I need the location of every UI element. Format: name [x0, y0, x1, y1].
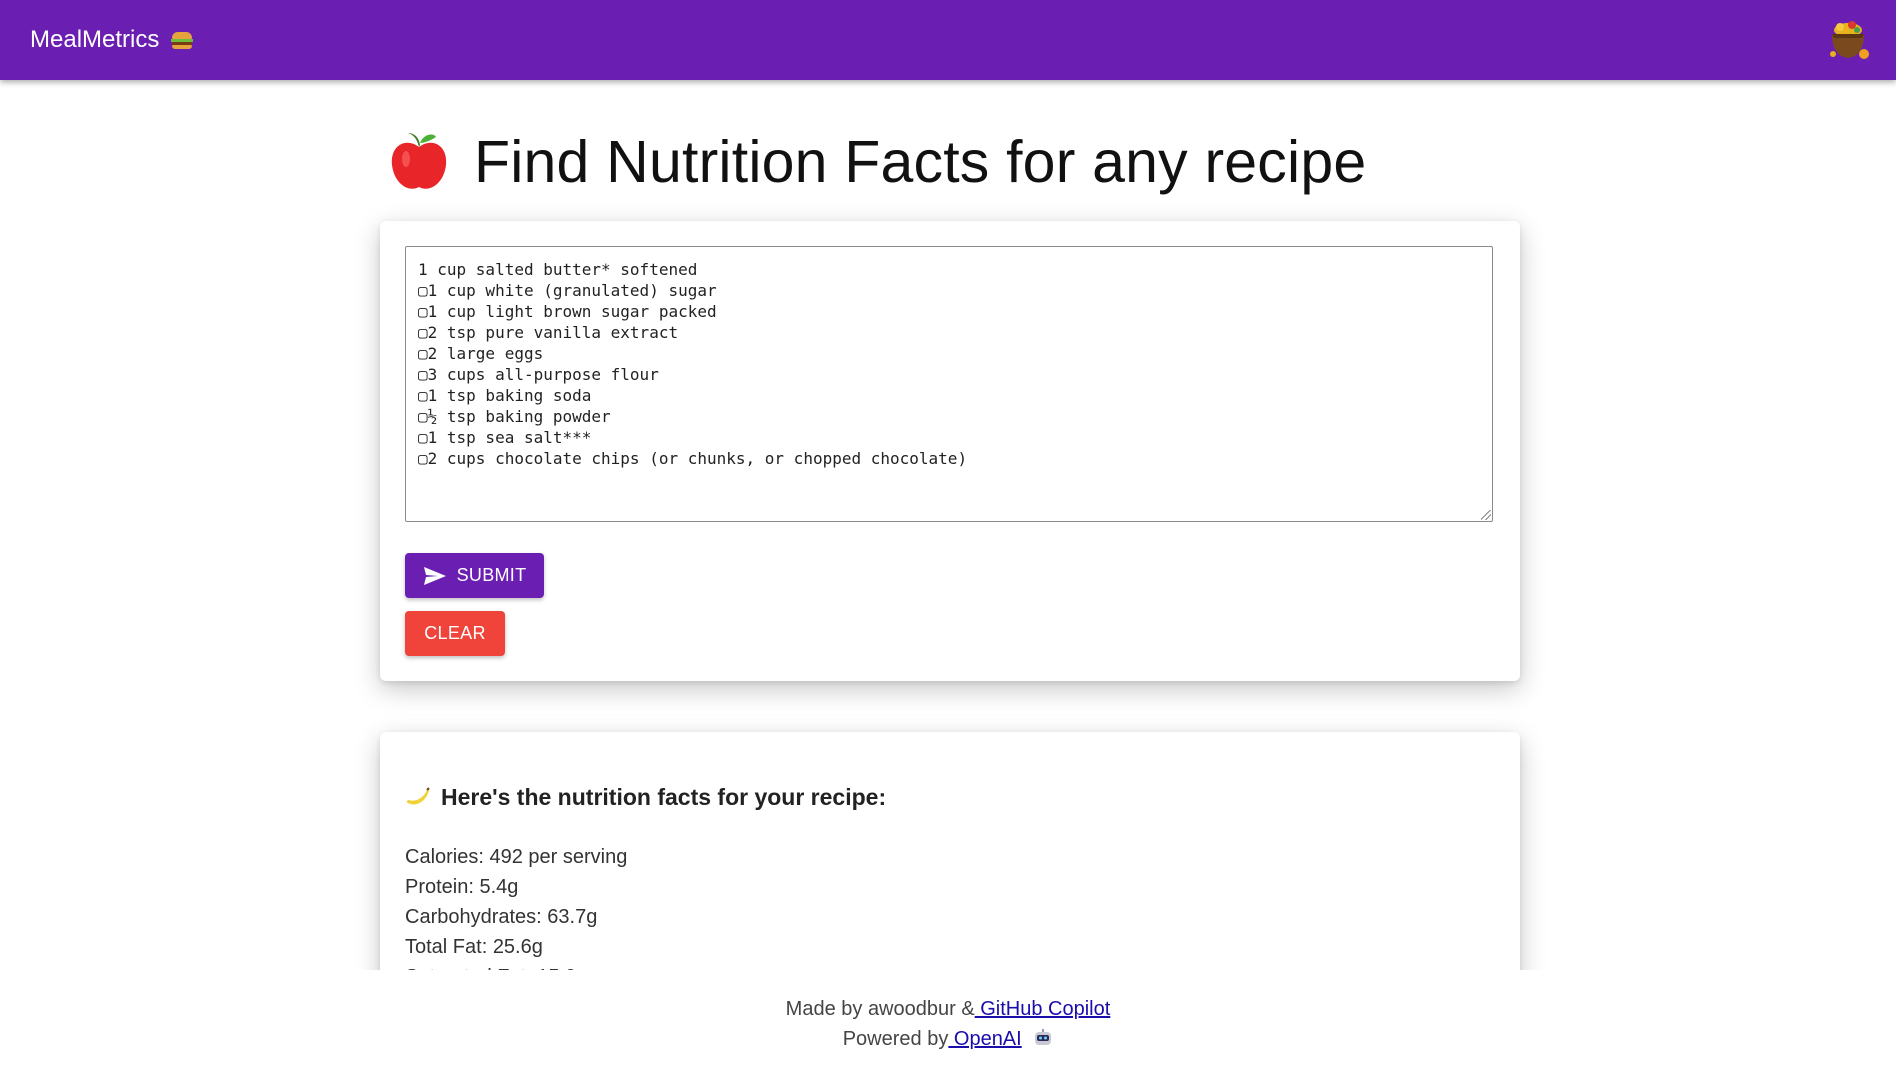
- fact-carbohydrates: Carbohydrates: 63.7g: [405, 906, 598, 928]
- banana-icon: [406, 786, 430, 804]
- clear-label: CLEAR: [424, 623, 486, 643]
- made-by-text: Made by awoodbur &: [785, 998, 975, 1020]
- results-heading: Here's the nutrition facts for your reci…: [405, 784, 886, 811]
- results-heading-text: Here's the nutrition facts for your reci…: [441, 784, 887, 810]
- hamburger-icon: [171, 30, 194, 50]
- apple-icon: [391, 133, 447, 189]
- fact-calories: Calories: 492 per serving: [405, 846, 628, 868]
- brand[interactable]: MealMetrics: [30, 26, 194, 54]
- footer: Made by awoodbur & GitHub Copilot Powere…: [0, 970, 1896, 1080]
- app-bar: MealMetrics: [0, 0, 1896, 80]
- robot-icon: [1035, 1029, 1052, 1045]
- submit-button[interactable]: SUBMIT: [405, 553, 544, 598]
- clear-button[interactable]: CLEAR: [405, 611, 505, 656]
- submit-label: SUBMIT: [456, 565, 527, 585]
- page-title: Find Nutrition Facts for any recipe: [474, 129, 1367, 195]
- fact-total-fat: Total Fat: 25.6g: [405, 936, 543, 958]
- footer-credits: Made by awoodbur & GitHub Copilot: [0, 998, 1896, 1021]
- resize-handle-icon[interactable]: [1481, 510, 1491, 520]
- footer-powered-by: Powered by OpenAI: [0, 1028, 1896, 1051]
- powered-by-text: Powered by: [842, 1028, 949, 1050]
- recipe-textarea[interactable]: 1 cup salted butter* softened ▢1 cup whi…: [405, 246, 1493, 522]
- recipe-form-card: 1 cup salted butter* softened ▢1 cup whi…: [380, 221, 1520, 681]
- app-title[interactable]: MealMetrics: [30, 26, 159, 54]
- send-icon: [423, 566, 446, 585]
- page-header: Find Nutrition Facts for any recipe: [386, 128, 1366, 196]
- github-copilot-link[interactable]: GitHub Copilot: [975, 998, 1110, 1020]
- openai-link[interactable]: OpenAI: [948, 1028, 1022, 1050]
- treasure-pot-icon[interactable]: [1824, 16, 1872, 64]
- fact-protein: Protein: 5.4g: [405, 876, 519, 898]
